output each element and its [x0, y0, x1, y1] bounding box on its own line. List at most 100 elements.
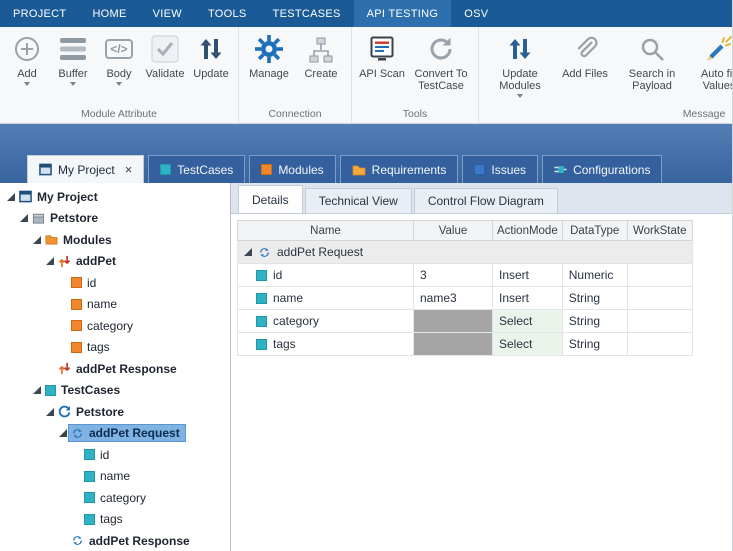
cell-value[interactable]: 3 — [414, 264, 493, 287]
tree-item-addpet-module[interactable]: addPet — [0, 251, 230, 273]
cell-actionmode[interactable]: Insert — [493, 264, 563, 287]
search-button-label-line2: Payload — [632, 80, 672, 92]
attribute-square-icon — [84, 514, 95, 525]
cell-datatype[interactable]: Numeric — [562, 264, 627, 287]
tree-item-addpet-request[interactable]: addPet Request — [0, 423, 230, 445]
cell-datatype[interactable]: String — [562, 287, 627, 310]
menu-home[interactable]: HOME — [79, 0, 139, 27]
column-header-actionmode[interactable]: ActionMode — [493, 221, 563, 241]
doc-tab-my-project[interactable]: My Project × — [27, 155, 144, 183]
menu-osv[interactable]: OSV — [451, 0, 501, 27]
body-icon: </> — [105, 33, 132, 65]
cell-actionmode[interactable]: Select — [493, 310, 563, 333]
validate-check-icon — [151, 33, 179, 65]
doc-tab-requirements[interactable]: Requirements — [340, 155, 459, 183]
api-scan-button[interactable]: API Scan — [356, 30, 408, 80]
expand-arrow-icon[interactable] — [30, 236, 43, 244]
close-icon[interactable]: × — [125, 165, 133, 175]
menu-view[interactable]: VIEW — [140, 0, 195, 27]
tree-item-my-project[interactable]: My Project — [0, 186, 230, 208]
cell-workstate[interactable] — [627, 264, 692, 287]
menu-testcases[interactable]: TESTCASES — [260, 0, 354, 27]
menu-tools[interactable]: TOOLS — [195, 0, 260, 27]
tab-details[interactable]: Details — [238, 185, 303, 213]
tree-item-module-id[interactable]: id — [0, 272, 230, 294]
search-in-payload-button[interactable]: Search in Payload — [623, 30, 681, 92]
tree-item-request-tags[interactable]: tags — [0, 509, 230, 531]
cell-name[interactable]: tags — [238, 333, 414, 356]
expand-arrow-icon[interactable] — [56, 429, 69, 437]
add-button[interactable]: Add — [4, 30, 50, 89]
doc-tab-modules[interactable]: Modules — [249, 155, 335, 183]
expand-arrow-icon[interactable] — [244, 248, 252, 256]
attribute-square-icon — [84, 471, 95, 482]
doc-tab-issues[interactable]: Issues — [462, 155, 538, 183]
tree-item-addpet-response-testcase[interactable]: addPet Response — [0, 530, 230, 551]
column-header-name[interactable]: Name — [238, 221, 414, 241]
ribbon-group-label: Module Attribute — [0, 108, 238, 123]
expand-arrow-icon[interactable] — [30, 386, 43, 394]
tree-item-addpet-response-module[interactable]: addPet Response — [0, 358, 230, 380]
cell-workstate[interactable] — [627, 333, 692, 356]
cell-workstate[interactable] — [627, 287, 692, 310]
search-icon — [638, 33, 666, 65]
create-button[interactable]: Create — [295, 30, 347, 80]
body-button[interactable]: </> Body — [96, 30, 142, 89]
update-button[interactable]: Update — [188, 30, 234, 80]
group-row-label: addPet Request — [277, 245, 363, 259]
doc-tab-configurations[interactable]: Configurations — [542, 155, 662, 183]
tree-item-modules[interactable]: Modules — [0, 229, 230, 251]
expand-arrow-icon[interactable] — [4, 193, 17, 201]
tree-item-petstore[interactable]: Petstore — [0, 208, 230, 230]
tree-item-request-id[interactable]: id — [0, 444, 230, 466]
autofill-button-label-line2: Values — [703, 80, 732, 92]
convert-arrow-icon — [427, 33, 455, 65]
validate-button[interactable]: Validate — [142, 30, 188, 80]
cell-name[interactable]: id — [238, 264, 414, 287]
convert-to-testcase-button[interactable]: Convert To TestCase — [408, 30, 474, 92]
tree-item-request-category[interactable]: category — [0, 487, 230, 509]
tab-control-flow-diagram[interactable]: Control Flow Diagram — [414, 188, 558, 213]
cell-value[interactable]: name3 — [414, 287, 493, 310]
add-files-button[interactable]: Add Files — [559, 30, 611, 80]
cell-actionmode[interactable]: Insert — [493, 287, 563, 310]
buffer-icon — [60, 33, 86, 65]
expand-arrow-icon[interactable] — [17, 214, 30, 222]
cell-actionmode[interactable]: Select — [493, 333, 563, 356]
ribbon: Add Buffer </> Body — [0, 27, 732, 124]
update-modules-button[interactable]: Update Modules — [493, 30, 547, 101]
tree-item-module-tags[interactable]: tags — [0, 337, 230, 359]
doc-tab-testcases[interactable]: TestCases — [148, 155, 245, 183]
tree-item-petstore-testcase[interactable]: Petstore — [0, 401, 230, 423]
testcase-cycle-icon — [58, 405, 71, 418]
tab-technical-view[interactable]: Technical View — [305, 188, 412, 213]
tree-item-testcases[interactable]: TestCases — [0, 380, 230, 402]
cell-name[interactable]: category — [238, 310, 414, 333]
expand-arrow-icon[interactable] — [43, 408, 56, 416]
validate-button-label: Validate — [146, 68, 185, 80]
dropdown-arrow-icon — [517, 94, 523, 101]
api-scan-icon — [368, 33, 396, 65]
auto-fill-values-button[interactable]: Auto fill Values — [693, 30, 732, 92]
attribute-square-icon — [256, 339, 267, 350]
column-header-datatype[interactable]: DataType — [562, 221, 627, 241]
modules-folder-icon — [45, 233, 58, 246]
ribbon-group-module-attribute: Add Buffer </> Body — [0, 27, 239, 123]
tree-item-request-name[interactable]: name — [0, 466, 230, 488]
manage-button[interactable]: Manage — [243, 30, 295, 80]
tree-item-label: Petstore — [76, 405, 124, 419]
column-header-value[interactable]: Value — [414, 221, 493, 241]
group-row-addpet-request[interactable]: addPet Request — [238, 241, 693, 264]
cell-name[interactable]: name — [238, 287, 414, 310]
cell-datatype[interactable]: String — [562, 310, 627, 333]
menu-api-testing[interactable]: API TESTING — [354, 0, 452, 27]
tree-item-module-category[interactable]: category — [0, 315, 230, 337]
expand-arrow-icon[interactable] — [43, 257, 56, 265]
cell-datatype[interactable]: String — [562, 333, 627, 356]
manage-button-label: Manage — [249, 68, 289, 80]
column-header-workstate[interactable]: WorkState — [627, 221, 692, 241]
buffer-button[interactable]: Buffer — [50, 30, 96, 89]
menu-project[interactable]: PROJECT — [0, 0, 79, 27]
cell-workstate[interactable] — [627, 310, 692, 333]
tree-item-module-name[interactable]: name — [0, 294, 230, 316]
